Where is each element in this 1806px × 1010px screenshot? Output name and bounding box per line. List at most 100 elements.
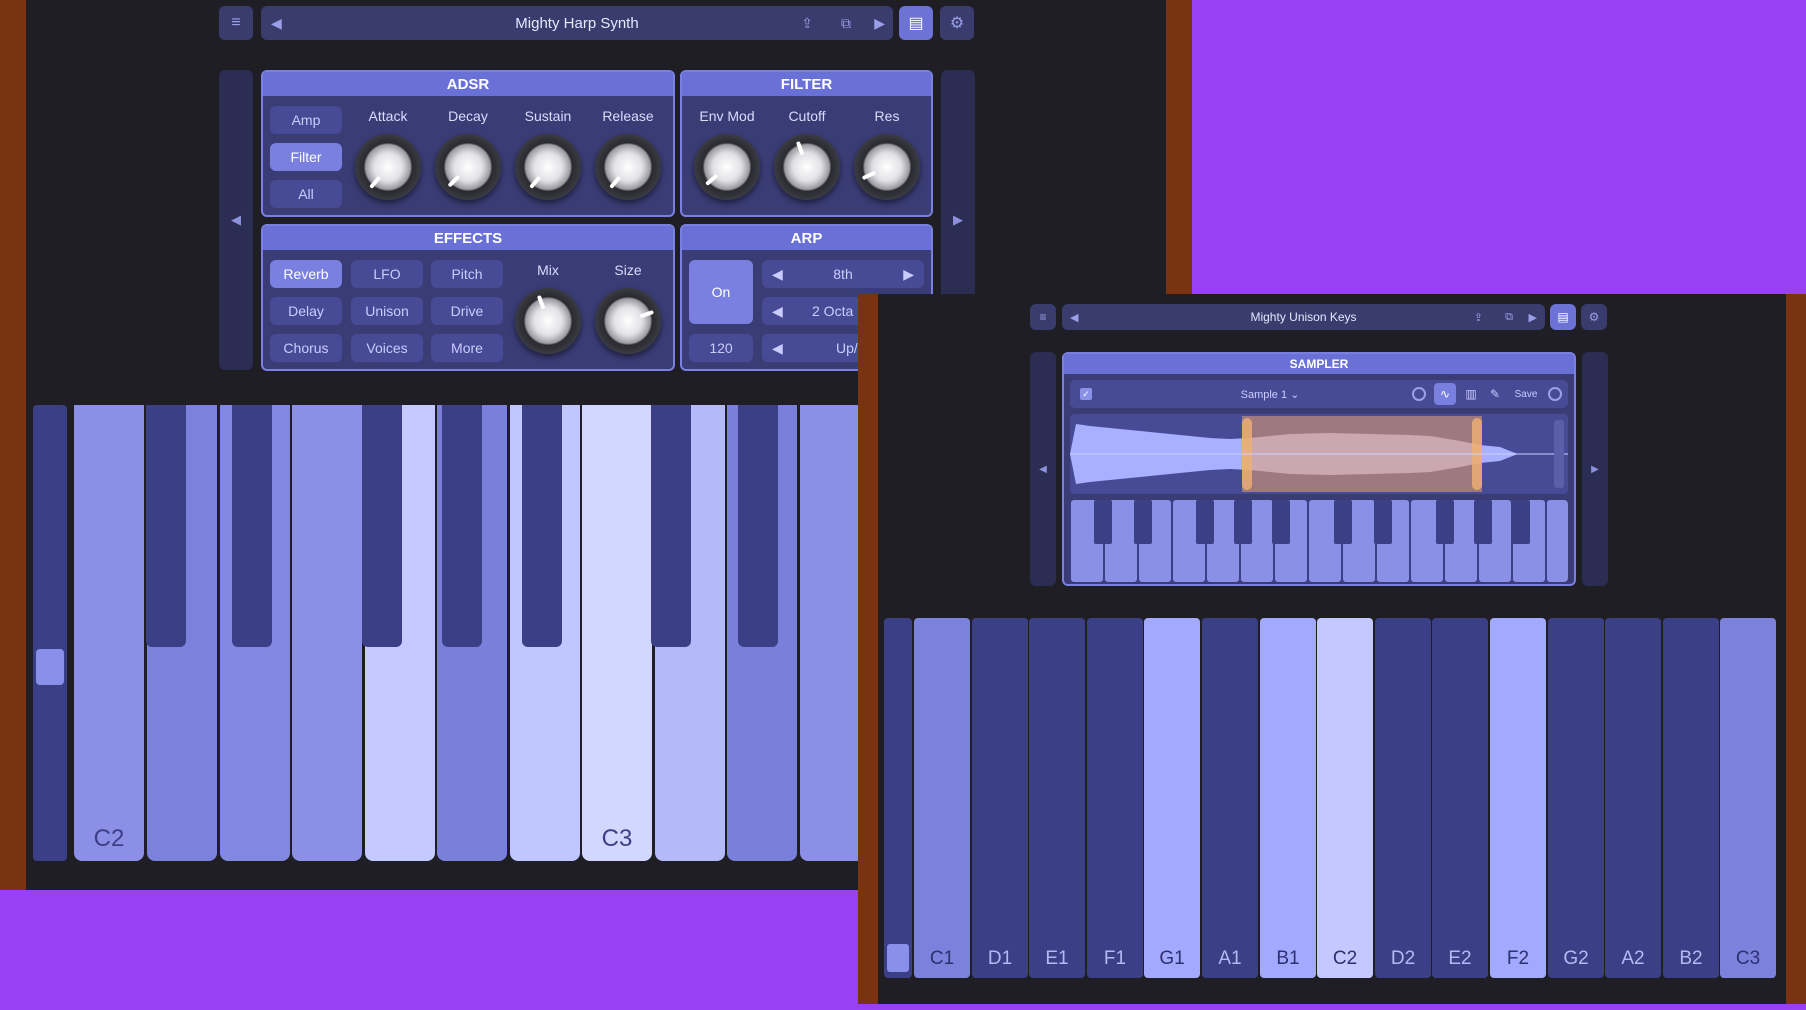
key-d1[interactable]: D1 [972,618,1028,978]
sampler-header: SAMPLER [1064,354,1574,374]
next-preset-icon[interactable]: ▶ [1529,304,1537,330]
keyboard-view-button[interactable]: ▤ [899,6,933,40]
black-key[interactable] [651,405,691,647]
cutoff-knob[interactable] [774,134,840,200]
preset-bar[interactable]: ◀ Mighty Unison Keys ⇪ ⧉ ▶ [1062,304,1545,330]
attack-knob[interactable] [355,134,421,200]
preset-bar[interactable]: ◀ Mighty Harp Synth ⇪ ⧉ ▶ [261,6,893,40]
key-c1[interactable]: C1 [914,618,970,978]
duplicate-icon[interactable]: ⧉ [841,6,851,40]
key-label: A2 [1621,948,1645,969]
black-key[interactable] [146,405,186,647]
keymap-view-icon[interactable]: ▥ [1460,383,1482,405]
env-mod-label: Env Mod [699,108,755,124]
pitch-strip[interactable] [33,405,67,861]
white-key[interactable]: C3 [582,405,652,861]
effect-pitch-button[interactable]: Pitch [431,260,503,288]
sample-enable-checkbox[interactable]: ✓ [1080,388,1092,400]
arp-tempo-field[interactable]: 120 [689,334,753,362]
pitch-strip-handle[interactable] [36,649,64,685]
adsr-mode-amp[interactable]: Amp [270,106,342,134]
page-right-button[interactable]: ▶ [1582,352,1608,586]
waveform-display[interactable] [1070,414,1568,494]
main-keyboard: C2 C3 [74,405,914,861]
size-knob[interactable] [595,288,661,354]
black-key[interactable] [738,405,778,647]
env-mod-knob[interactable] [694,134,760,200]
edit-icon[interactable]: ✎ [1484,383,1506,405]
page-left-button[interactable]: ◀ [1030,352,1056,586]
adsr-mode-all[interactable]: All [270,180,342,208]
key-e2[interactable]: E2 [1432,618,1488,978]
mini-keyboard-keys[interactable] [1070,500,1568,582]
settings-button[interactable]: ⚙ [1581,304,1607,330]
arp-direction-prev-icon[interactable]: ◀ [772,340,783,357]
sample-select[interactable]: Sample 1 ⌄ [1210,380,1330,408]
arp-header: ARP [682,226,931,250]
key-a1[interactable]: A1 [1202,618,1258,978]
res-knob[interactable] [854,134,920,200]
white-key[interactable]: C2 [74,405,144,861]
effect-more-button[interactable]: More [431,334,503,362]
effect-reverb-button[interactable]: Reverb [270,260,342,288]
decay-knob[interactable] [435,134,501,200]
arp-rate-selector[interactable]: ◀ 8th ▶ [762,260,924,288]
arp-on-button[interactable]: On [689,260,753,324]
next-preset-icon[interactable]: ▶ [874,6,885,40]
arp-rate-value: 8th [833,266,853,282]
black-key[interactable] [522,405,562,647]
sampler-toolbar: ✓ Sample 1 ⌄ ∿ ▥ ✎ Save [1070,380,1568,408]
pitch-strip-handle[interactable] [887,944,909,972]
release-knob[interactable] [595,134,661,200]
effect-lfo-button[interactable]: LFO [351,260,423,288]
key-label: B2 [1679,948,1703,969]
key-e1[interactable]: E1 [1029,618,1085,978]
adsr-mode-filter[interactable]: Filter [270,143,342,171]
page-left-button[interactable]: ◀ [219,70,253,370]
right-arrow-icon: ▶ [1591,463,1599,475]
arp-rate-prev-icon[interactable]: ◀ [772,266,783,283]
release-label: Release [602,108,654,124]
left-arrow-icon: ◀ [1039,463,1047,475]
share-icon[interactable]: ⇪ [801,6,813,40]
black-key[interactable] [232,405,272,647]
arp-rate-next-icon[interactable]: ▶ [903,266,914,283]
pitch-strip[interactable] [884,618,912,978]
effect-drive-button[interactable]: Drive [431,297,503,325]
menu-button[interactable]: ≡ [219,6,253,40]
second-window-body: ≡ ◀ Mighty Unison Keys ⇪ ⧉ ▶ ▤ ⚙ ◀ ▶ SAM… [878,294,1786,1004]
sustain-knob[interactable] [515,134,581,200]
left-arrow-icon: ◀ [231,212,241,227]
record-icon[interactable] [1412,387,1426,401]
arp-octave-prev-icon[interactable]: ◀ [772,303,783,320]
key-f2[interactable]: F2 [1490,618,1546,978]
waveform-view-icon[interactable]: ∿ [1434,383,1456,405]
effect-unison-button[interactable]: Unison [351,297,423,325]
keyboard-view-button[interactable]: ▤ [1550,304,1576,330]
cutoff-label: Cutoff [788,108,826,124]
mix-knob[interactable] [515,288,581,354]
key-f1[interactable]: F1 [1087,618,1143,978]
duplicate-icon[interactable]: ⧉ [1505,304,1513,330]
key-label: F1 [1103,948,1127,969]
key-d2[interactable]: D2 [1375,618,1431,978]
settings-button[interactable]: ⚙ [940,6,974,40]
black-key[interactable] [442,405,482,647]
share-icon[interactable]: ⇪ [1474,304,1483,330]
key-b1[interactable]: B1 [1260,618,1316,978]
key-b2[interactable]: B2 [1663,618,1719,978]
effect-voices-button[interactable]: Voices [351,334,423,362]
menu-button[interactable]: ≡ [1030,304,1056,330]
black-key[interactable] [362,405,402,647]
key-g1[interactable]: G1 [1144,618,1200,978]
key-a2[interactable]: A2 [1605,618,1661,978]
key-c3[interactable]: C3 [1720,618,1776,978]
preset-title: Mighty Unison Keys [1250,310,1357,324]
remove-sample-icon[interactable] [1548,387,1562,401]
key-g2[interactable]: G2 [1548,618,1604,978]
effect-chorus-button[interactable]: Chorus [270,334,342,362]
effect-delay-button[interactable]: Delay [270,297,342,325]
white-key[interactable] [292,405,362,861]
key-c2[interactable]: C2 [1317,618,1373,978]
save-button[interactable]: Save [1510,383,1542,405]
